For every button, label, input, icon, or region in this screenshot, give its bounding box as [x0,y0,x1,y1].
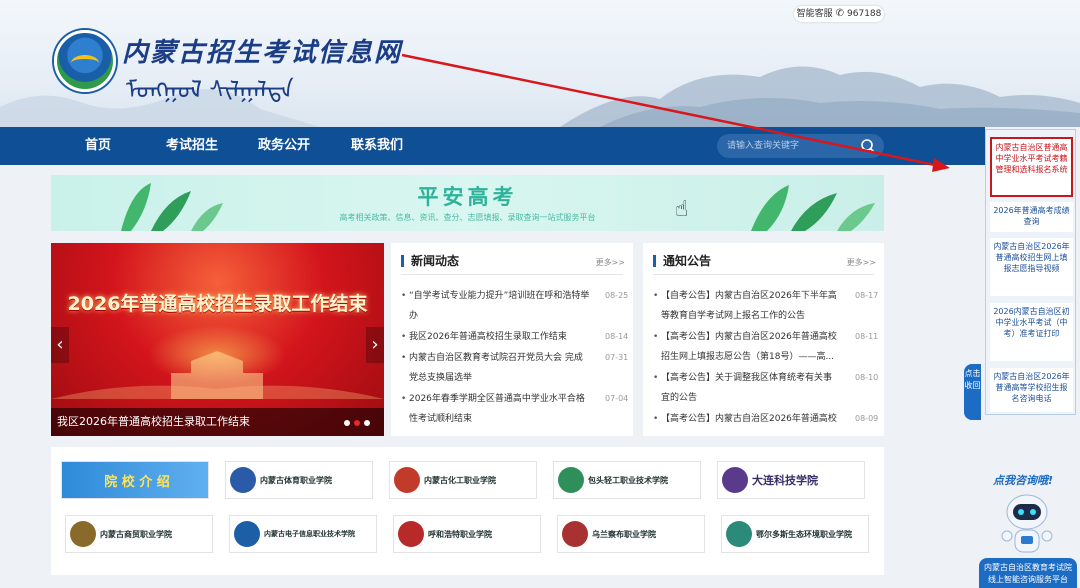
college-link[interactable]: 内蒙古电子信息职业技术学院 [229,515,377,553]
smart-service-button[interactable]: 智能客服 ✆ 967188 [794,6,884,22]
sidebar-item-academic-registration[interactable]: 内蒙古自治区普通高中学业水平考试考籍管理和选科报名系统 [990,137,1073,197]
college-seal-icon [558,467,584,493]
sidebar-item-consult-phone[interactable]: 内蒙古自治区2026年普通高等学校招生报名咨询电话 [990,368,1073,412]
college-seal-icon [394,467,420,493]
news-date: 08-25 [605,291,629,300]
college-link[interactable]: 鄂尔多斯生态环境职业学院 [721,515,869,553]
news-more-link[interactable]: 更多>> [596,257,625,268]
news-panel-title: 新闻动态 [401,255,459,267]
college-link[interactable]: 内蒙古体育职业学院 [225,461,373,499]
news-date: 08-14 [605,332,629,341]
slide-headline: 2026年普通高校招生录取工作结束 [67,293,368,315]
smart-consult-widget[interactable]: 点我咨询哦! 内蒙古自治区教育考试院 线上智能咨询服务平台 [979,466,1077,588]
sidebar-item-score-query[interactable]: 2026年普通高考成绩查询 [990,202,1073,232]
college-seal-icon [398,521,424,547]
safe-exam-banner[interactable]: 平安高考 高考相关政策、信息、资讯、查分、志愿填报、录取查询一站式服务平台 ☝ [51,175,884,231]
site-header: 内蒙古招生考试信息网 ᠮᠣᠩᠭᠣᠯ ᠰᠢᠯᠭᠠᠯᠲᠠ 智能客服 ✆ 967188 [0,0,1080,127]
search-icon[interactable] [860,138,876,154]
notice-date: 08-11 [855,332,879,341]
college-link[interactable]: 大连科技学院 [717,461,865,499]
slider-prev-button[interactable]: ‹ [51,327,69,363]
college-seal-icon [722,467,748,493]
news-slider[interactable]: 2026年普通高校招生录取工作结束 ‹ › 我区2026年普通高校招生录取工作结… [51,243,384,436]
notice-date: 08-09 [855,414,879,423]
news-panel: 新闻动态 更多>> “自学考试专业能力提升”培训班在呼和浩特举办 08-25 我… [391,243,633,436]
banner-subtitle: 高考相关政策、信息、资讯、查分、志愿填报、录取查询一站式服务平台 [339,213,596,222]
slide-caption[interactable]: 我区2026年普通高校招生录取工作结束 [57,413,250,429]
hand-pointer-icon: ☝ [675,197,689,222]
mongolian-title: ᠮᠣᠩᠭᠣᠯ ᠰᠢᠯᠭᠠᠯᠲᠠ [126,76,294,104]
college-link[interactable]: 内蒙古商贸职业学院 [65,515,213,553]
nav-exams[interactable]: 考试招生 [166,127,218,165]
notice-date: 08-17 [855,291,879,300]
consult-platform-label: 内蒙古自治区教育考试院 线上智能咨询服务平台 [979,558,1077,588]
college-seal-icon [726,521,752,547]
service-number: 967188 [847,9,882,19]
college-link[interactable]: 乌兰察布职业学院 [557,515,705,553]
nav-contact[interactable]: 联系我们 [351,127,403,165]
robot-icon [1001,494,1053,553]
news-item[interactable]: 我区2026年普通高校招生录取工作结束 [401,327,567,347]
notice-item[interactable]: 【高考公告】内蒙古自治区2026年普通高校 [653,409,837,429]
slider-dot-1[interactable] [344,420,350,426]
college-seal-icon [234,521,260,547]
quick-links-sidebar: 内蒙古自治区普通高中学业水平考试考籍管理和选科报名系统 2026年普通高考成绩查… [985,129,1076,415]
consult-title: 点我咨询哦! [993,474,1054,487]
slider-next-button[interactable]: › [366,327,384,363]
college-link[interactable]: 内蒙古化工职业学院 [389,461,537,499]
banner-title: 平安高考 [417,185,518,209]
college-seal-icon [70,521,96,547]
panel-divider [401,274,623,275]
news-item[interactable]: “自学考试专业能力提升”培训班在呼和浩特举办 [401,286,589,326]
search-box [717,134,884,158]
notice-item[interactable]: 【自考公告】内蒙古自治区2026年下半年高等教育自学考试网上报名工作的公告 [653,286,837,326]
notice-date: 08-10 [855,373,879,382]
college-seal-icon [230,467,256,493]
sidebar-collapse-button[interactable]: 点击收回 [964,364,981,420]
notices-panel-title: 通知公告 [653,255,711,267]
slider-dot-2[interactable] [354,420,360,426]
notice-item[interactable]: 【高考公告】内蒙古自治区2026年普通高校招生网上填报志愿公告（第18号）——高… [653,327,837,367]
main-nav: 首页 考试招生 政务公开 联系我们 [0,127,985,165]
service-label: 智能客服 [796,9,833,19]
college-seal-icon [562,521,588,547]
news-date: 07-04 [605,394,629,403]
site-logo[interactable] [54,30,116,92]
news-date: 07-31 [605,353,629,362]
college-links: 院 校 介 绍 内蒙古体育职业学院 内蒙古化工职业学院 包头轻工职业技术学院 大… [51,447,884,575]
sidebar-item-volunteer-video[interactable]: 内蒙古自治区2026年普通高校招生网上填报志愿指导视频 [990,238,1073,296]
building-silhouette-icon [51,351,384,399]
news-item[interactable]: 2026年春季学期全区普通高中学业水平合格性考试顺利结束 [401,389,585,429]
notices-more-link[interactable]: 更多>> [847,257,876,268]
news-item[interactable]: 内蒙古自治区教育考试院召开党员大会 完成党总支换届选举 [401,348,583,388]
slider-dot-3[interactable] [364,420,370,426]
panel-divider [653,274,874,275]
slider-dots [344,420,370,426]
college-link[interactable]: 包头轻工职业技术学院 [553,461,701,499]
college-link[interactable]: 呼和浩特职业学院 [393,515,541,553]
sidebar-item-admission-ticket[interactable]: 2026内蒙古自治区初中学业水平考试（中考）准考证打印 [990,303,1073,361]
college-intro-link[interactable]: 院 校 介 绍 [61,461,209,499]
nav-gov-info[interactable]: 政务公开 [258,127,310,165]
phone-icon: ✆ [835,8,845,19]
search-input[interactable] [727,138,857,154]
notice-item[interactable]: 【高考公告】关于调整我区体育统考有关事宜的公告 [653,368,832,408]
nav-home[interactable]: 首页 [85,127,111,165]
notices-panel: 通知公告 更多>> 【自考公告】内蒙古自治区2026年下半年高等教育自学考试网上… [643,243,884,436]
